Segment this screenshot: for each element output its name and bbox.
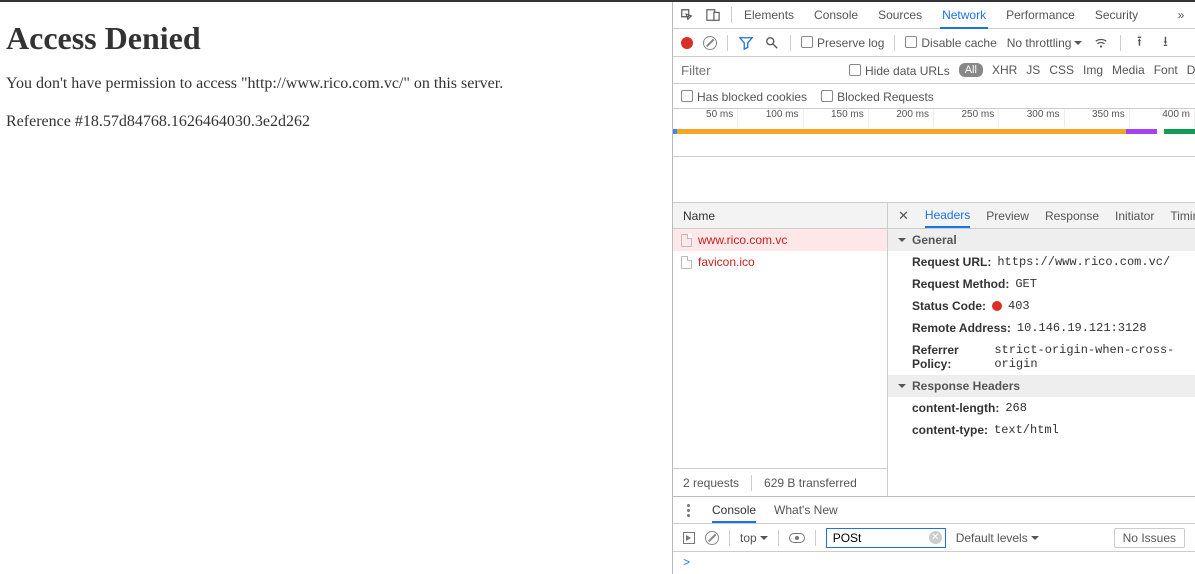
document-icon (681, 256, 692, 269)
tab-security[interactable]: Security (1093, 3, 1140, 27)
request-details: ✕ Headers Preview Response Initiator Tim… (888, 203, 1195, 496)
status-dot-icon (992, 301, 1002, 311)
section-response-headers[interactable]: Response Headers (888, 375, 1195, 397)
drawer-tab-whats-new[interactable]: What's New (774, 503, 838, 517)
clear-button[interactable] (703, 36, 717, 50)
throttling-select[interactable]: No throttling (1007, 36, 1083, 50)
details-tab-preview[interactable]: Preview (986, 205, 1029, 227)
page-message: You don't have permission to access "htt… (6, 75, 666, 93)
filter-type-css[interactable]: CSS (1049, 63, 1074, 77)
section-general[interactable]: General (888, 229, 1195, 251)
clear-filter-icon[interactable]: ✕ (929, 531, 942, 544)
devtools-panel: Elements Console Sources Network Perform… (673, 2, 1195, 574)
network-conditions-icon[interactable] (1092, 35, 1110, 51)
inspect-element-icon[interactable] (679, 7, 695, 23)
console-filter-input[interactable] (826, 528, 946, 548)
network-toolbar: Preserve log Disable cache No throttling… (673, 29, 1195, 57)
tab-elements[interactable]: Elements (742, 3, 796, 27)
import-har-icon[interactable]: ⭱ (1131, 35, 1147, 51)
network-filter-row2: Has blocked cookies Blocked Requests (673, 84, 1195, 109)
request-count: 2 requests (683, 476, 739, 490)
page-reference: Reference #18.57d84768.1626464030.3e2d26… (6, 113, 666, 131)
request-name: www.rico.com.vc (698, 233, 787, 247)
export-har-icon[interactable]: ⭳ (1157, 35, 1173, 51)
search-icon[interactable] (764, 35, 780, 51)
page-title: Access Denied (6, 20, 666, 57)
timeline-tick: 150 ms (804, 109, 869, 127)
timeline-bar (1164, 129, 1195, 134)
timeline-tick: 50 ms (673, 109, 738, 127)
tab-performance[interactable]: Performance (1004, 3, 1077, 27)
timeline-tick: 400 m (1130, 109, 1195, 127)
timeline-bar (677, 129, 1126, 134)
timeline-spacer (673, 157, 1195, 203)
hide-data-urls-checkbox[interactable]: Hide data URLs (849, 63, 950, 78)
drawer-menu-icon[interactable] (687, 509, 690, 512)
request-list: Name www.rico.com.vc favicon.ico 2 reque… (673, 203, 888, 496)
more-tabs-icon[interactable]: » (1173, 7, 1189, 23)
filter-type-js[interactable]: JS (1026, 63, 1040, 77)
drawer-tab-console[interactable]: Console (712, 499, 756, 523)
device-toolbar-icon[interactable] (705, 7, 721, 23)
tab-console[interactable]: Console (812, 3, 860, 27)
console-prompt[interactable]: > (673, 552, 1195, 574)
has-blocked-cookies-checkbox[interactable]: Has blocked cookies (681, 89, 807, 104)
request-row[interactable]: favicon.ico (673, 251, 887, 273)
tab-network[interactable]: Network (940, 3, 988, 29)
devtools-main-toolbar: Elements Console Sources Network Perform… (673, 2, 1195, 29)
timeline-bar (1126, 129, 1157, 134)
timeline-tick: 200 ms (869, 109, 934, 127)
request-list-header[interactable]: Name (673, 203, 887, 229)
request-summary: 2 requests 629 B transferred (673, 468, 887, 496)
close-details-icon[interactable]: ✕ (898, 208, 909, 224)
document-icon (681, 234, 692, 247)
devtools-drawer: Console What's New top ✕ Default levels … (673, 496, 1195, 574)
filter-type-xhr[interactable]: XHR (992, 63, 1017, 77)
timeline-tick: 100 ms (738, 109, 803, 127)
disable-cache-checkbox[interactable]: Disable cache (905, 35, 996, 50)
blocked-requests-checkbox[interactable]: Blocked Requests (821, 89, 934, 104)
console-sidebar-toggle-icon[interactable] (683, 532, 695, 544)
request-name: favicon.ico (698, 255, 755, 269)
filter-type-doc[interactable]: Do (1187, 63, 1195, 77)
filter-type-img[interactable]: Img (1083, 63, 1103, 77)
timeline-tick: 350 ms (1065, 109, 1130, 127)
network-timeline[interactable]: 50 ms 100 ms 150 ms 200 ms 250 ms 300 ms… (673, 109, 1195, 157)
details-tab-headers[interactable]: Headers (925, 204, 970, 228)
filter-toggle-icon[interactable] (738, 35, 754, 51)
console-clear-icon[interactable] (705, 531, 719, 545)
network-filter-input[interactable] (673, 57, 843, 83)
network-filter-row: Hide data URLs All XHR JS CSS Img Media … (673, 57, 1195, 84)
details-tab-initiator[interactable]: Initiator (1115, 205, 1154, 227)
filter-type-all[interactable]: All (959, 63, 983, 77)
preserve-log-checkbox[interactable]: Preserve log (801, 35, 884, 50)
record-button[interactable] (681, 37, 693, 49)
timeline-tick: 300 ms (999, 109, 1064, 127)
filter-type-media[interactable]: Media (1112, 63, 1145, 77)
log-levels-select[interactable]: Default levels (956, 531, 1039, 545)
details-tab-response[interactable]: Response (1045, 205, 1099, 227)
request-row[interactable]: www.rico.com.vc (673, 229, 887, 251)
timeline-tick: 250 ms (934, 109, 999, 127)
details-tab-timing[interactable]: Timing (1170, 205, 1195, 227)
live-expression-icon[interactable] (789, 533, 805, 543)
issues-button[interactable]: No Issues (1114, 528, 1185, 548)
rendered-page: Access Denied You don't have permission … (0, 2, 673, 574)
transfer-size: 629 B transferred (764, 476, 857, 490)
tab-sources[interactable]: Sources (876, 3, 924, 27)
filter-type-font[interactable]: Font (1154, 63, 1178, 77)
console-context-select[interactable]: top (740, 531, 768, 545)
